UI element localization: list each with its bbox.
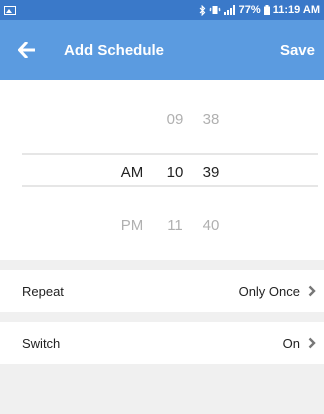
picker-hour: 09 [166,111,184,128]
app-bar: Add Schedule Save [0,20,324,80]
arrow-left-icon [18,42,35,58]
switch-value: On [282,335,300,351]
back-button[interactable] [6,20,48,80]
picker-minute: 40 [202,217,220,234]
status-time: 11:19 AM [272,4,320,16]
picker-minute-selected: 39 [202,164,220,181]
chevron-right-icon [308,337,316,349]
switch-label: Switch [22,335,61,351]
battery-percent: 77% [238,4,261,16]
signal-icon [223,5,236,15]
bluetooth-icon [199,4,206,16]
page-title: Add Schedule [64,41,165,59]
save-button[interactable]: Save [280,42,315,59]
picker-minute: 38 [202,111,220,128]
chevron-right-icon [308,285,316,297]
picker-bottom-divider [22,185,318,187]
status-right: 77% 11:19 AM [199,4,320,16]
vibrate-icon [208,5,221,15]
repeat-label: Repeat [22,283,64,299]
picker-top-divider [22,153,318,155]
repeat-row[interactable]: Repeat Only Once [0,270,324,312]
picker-row-previous[interactable]: 09 38 [0,111,324,135]
switch-value-group: On [283,336,316,351]
repeat-value: Only Once [238,283,300,299]
repeat-value-group: Only Once [239,284,316,299]
battery-icon [263,5,270,15]
picker-hour: 11 [167,217,183,234]
picker-ampm: PM [120,217,144,234]
time-picker[interactable]: 09 38 AM 10 39 PM 11 40 [0,80,324,260]
switch-row[interactable]: Switch On [0,322,324,364]
image-icon [4,5,16,15]
status-bar: 77% 11:19 AM [0,0,324,20]
picker-hour-selected: 10 [166,164,184,181]
picker-ampm-selected: AM [120,164,144,181]
picker-row-next[interactable]: PM 11 40 [0,217,324,241]
